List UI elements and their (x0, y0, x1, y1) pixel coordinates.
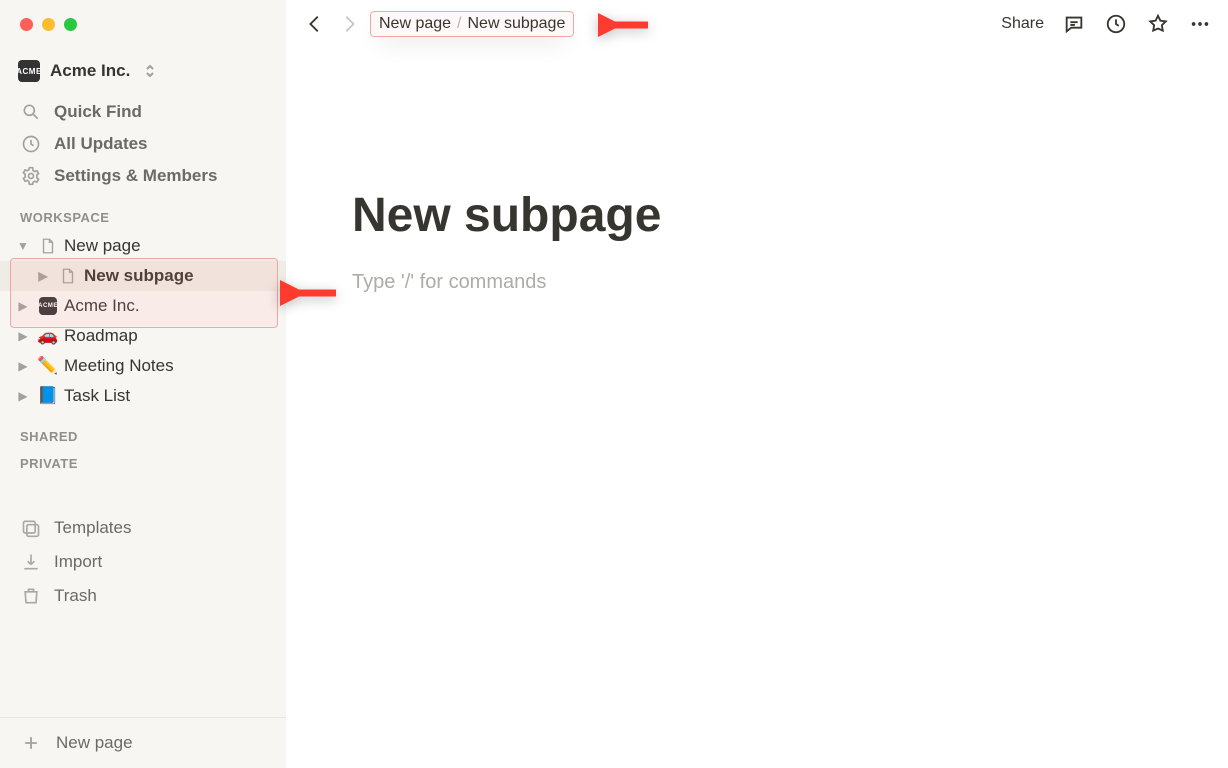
back-button[interactable] (302, 11, 328, 37)
tree-item-meeting-notes[interactable]: ▶ ✏️ Meeting Notes (0, 351, 286, 381)
more-icon[interactable] (1188, 12, 1212, 36)
breadcrumb[interactable]: New page / New subpage (370, 11, 574, 37)
breadcrumb-separator: / (457, 15, 461, 33)
share-button[interactable]: Share (1001, 15, 1044, 33)
templates-icon (20, 517, 42, 539)
templates[interactable]: Templates (0, 511, 286, 545)
settings-members[interactable]: Settings & Members (0, 160, 286, 192)
tree-item-task-list[interactable]: ▶ 📘 Task List (0, 381, 286, 411)
page-title[interactable]: New subpage (352, 188, 1052, 243)
car-emoji-icon: 🚗 (38, 326, 58, 346)
window-controls (0, 0, 286, 46)
new-page-button[interactable]: New page (0, 717, 286, 768)
page-icon (38, 236, 58, 256)
star-icon[interactable] (1146, 12, 1170, 36)
pencil-emoji-icon: ✏️ (38, 356, 58, 376)
chevron-right-icon[interactable]: ▶ (14, 327, 32, 345)
chevron-right-icon[interactable]: ▶ (34, 267, 52, 285)
tree-item-acme[interactable]: ▶ ACME Acme Inc. (0, 291, 286, 321)
tree-item-new-page[interactable]: ▼ New page (0, 231, 286, 261)
minimize-window-button[interactable] (42, 18, 55, 31)
sidebar: ACME Acme Inc. Quick Find All Updates Se… (0, 0, 286, 768)
acme-icon: ACME (38, 296, 58, 316)
chevron-right-icon[interactable]: ▶ (14, 357, 32, 375)
maximize-window-button[interactable] (64, 18, 77, 31)
settings-label: Settings & Members (54, 166, 217, 186)
plus-icon (20, 732, 42, 754)
search-icon (20, 101, 42, 123)
import-label: Import (54, 552, 102, 572)
editor-placeholder[interactable]: Type '/' for commands (352, 271, 1052, 294)
quick-find-label: Quick Find (54, 102, 142, 122)
all-updates-label: All Updates (54, 134, 148, 154)
all-updates[interactable]: All Updates (0, 128, 286, 160)
tree-item-new-subpage[interactable]: ▶ New subpage (0, 261, 286, 291)
forward-button[interactable] (336, 11, 362, 37)
close-window-button[interactable] (20, 18, 33, 31)
chevron-right-icon[interactable]: ▶ (14, 387, 32, 405)
section-shared-label: SHARED (0, 411, 286, 450)
main-content: New page / New subpage Share (286, 0, 1228, 768)
trash-label: Trash (54, 586, 97, 606)
tree-item-label: Acme Inc. (64, 296, 140, 316)
tree-item-label: Task List (64, 386, 130, 406)
updown-selector-icon (142, 63, 158, 79)
comments-icon[interactable] (1062, 12, 1086, 36)
tree-item-roadmap[interactable]: ▶ 🚗 Roadmap (0, 321, 286, 351)
history-icon[interactable] (1104, 12, 1128, 36)
page-icon (58, 266, 78, 286)
tree-item-label: Meeting Notes (64, 356, 174, 376)
chevron-down-icon[interactable]: ▼ (14, 237, 32, 255)
trash-icon (20, 585, 42, 607)
trash[interactable]: Trash (0, 579, 286, 613)
quick-find[interactable]: Quick Find (0, 96, 286, 128)
templates-label: Templates (54, 518, 131, 538)
new-page-label: New page (56, 733, 133, 753)
tree-item-label: New page (64, 236, 141, 256)
import[interactable]: Import (0, 545, 286, 579)
workspace-name: Acme Inc. (50, 61, 130, 81)
chevron-right-icon[interactable]: ▶ (14, 297, 32, 315)
breadcrumb-item[interactable]: New page (379, 15, 451, 33)
tree-item-label: New subpage (84, 266, 194, 286)
tree-item-label: Roadmap (64, 326, 138, 346)
book-emoji-icon: 📘 (38, 386, 58, 406)
workspace-badge-icon: ACME (18, 60, 40, 82)
gear-icon (20, 165, 42, 187)
import-icon (20, 551, 42, 573)
section-private-label: PRIVATE (0, 450, 286, 477)
workspace-switcher[interactable]: ACME Acme Inc. (0, 54, 286, 88)
section-workspace-label: WORKSPACE (0, 192, 286, 231)
topbar: New page / New subpage Share (286, 0, 1228, 48)
clock-icon (20, 133, 42, 155)
breadcrumb-item[interactable]: New subpage (468, 15, 566, 33)
page-tree: ▼ New page ▶ New subpage ▶ ACME Acme Inc… (0, 231, 286, 411)
